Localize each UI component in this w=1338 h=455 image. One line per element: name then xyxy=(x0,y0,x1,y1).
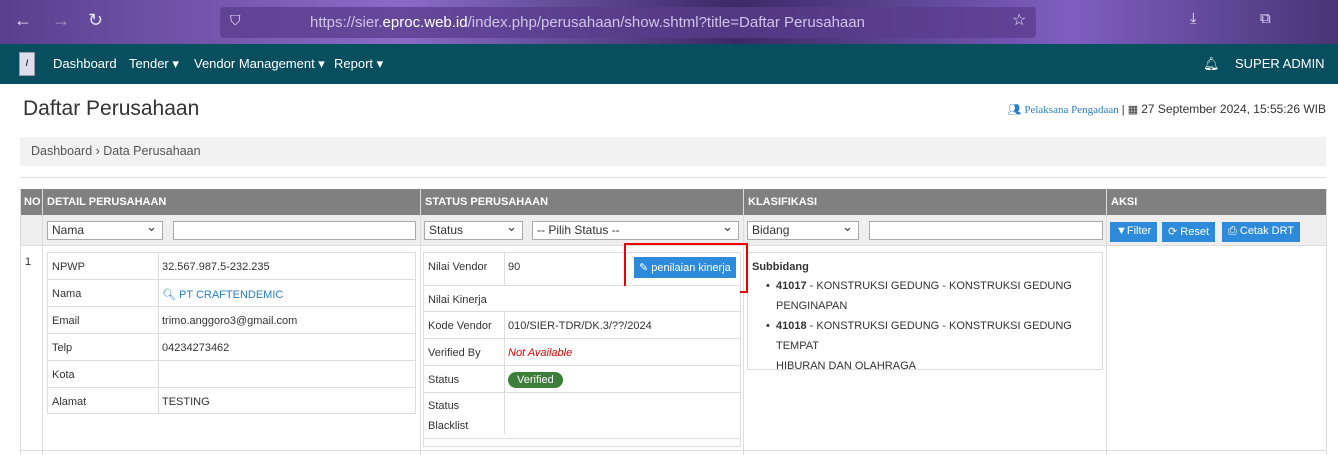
subbidang-text-2: HIBURAN DAN OLAHRAGA xyxy=(776,360,916,372)
col-aksi: AKSI ▼Filter ⟳ Reset ⎙ Cetak DRT xyxy=(1107,189,1327,455)
star-icon[interactable]: ☆ xyxy=(1012,10,1026,30)
value-alamat: TESTING xyxy=(162,396,210,408)
subbidang-text: - KONSTRUKSI GEDUNG - KONSTRUKSI GEDUNG … xyxy=(776,320,1072,352)
nav-dashboard[interactable]: Dashboard xyxy=(53,56,117,71)
print-drt-button[interactable]: ⎙ Cetak DRT xyxy=(1222,222,1301,242)
breadcrumb-dashboard[interactable]: Dashboard xyxy=(31,144,92,158)
label-kota: Kota xyxy=(52,369,75,381)
print-label: Cetak DRT xyxy=(1239,225,1295,237)
url-path: /index.php/perusahaan/show.shtml?title=D… xyxy=(467,14,865,31)
header-detail: DETAIL PERUSAHAAN xyxy=(43,189,420,215)
reset-button[interactable]: ⟳ Reset xyxy=(1162,222,1216,242)
detail-filter-select[interactable]: Nama xyxy=(47,219,163,240)
label-npwp: NPWP xyxy=(52,261,85,273)
back-icon[interactable]: ← xyxy=(14,10,32,31)
extensions-icon[interactable]: ⧉ xyxy=(1260,10,1271,27)
nav-tender[interactable]: Tender ▾ xyxy=(129,56,179,72)
divider xyxy=(20,177,1326,178)
subbidang-item: 41018 - KONSTRUKSI GEDUNG - KONSTRUKSI G… xyxy=(752,316,1098,376)
header-no: NO xyxy=(21,189,42,215)
role-link[interactable]: Pelaksana Pengadaan xyxy=(1024,104,1118,116)
header-status: STATUS PERUSAHAAN xyxy=(421,189,743,215)
forward-icon[interactable]: → xyxy=(52,10,70,31)
page-info: 👥︎ Pelaksana Pengadaan | ▦ 27 September … xyxy=(1007,102,1326,116)
users-icon: 👥︎ xyxy=(1007,104,1022,116)
company-table: NO 1 DETAIL PERUSAHAAN Nama NPWP 32.567.9… xyxy=(20,189,1327,455)
company-name[interactable]: PT CRAFTENDEMIC xyxy=(179,289,283,301)
label-nilai-vendor: Nilai Vendor xyxy=(428,261,488,273)
col-klasifikasi: KLASIFIKASI Bidang Subbidang 41017 - KON… xyxy=(744,189,1107,455)
label-status-blacklist-1: Status xyxy=(428,400,460,412)
status-filter-select[interactable]: Status xyxy=(424,219,523,240)
print-icon: ⎙ xyxy=(1228,225,1237,237)
value-telp: 04234273462 xyxy=(162,342,230,354)
label-status: Status xyxy=(428,374,460,386)
value-email: trimo.anggoro3@gmail.com xyxy=(162,315,298,327)
label-verified-by: Verified By xyxy=(428,347,481,359)
col-no: NO 1 xyxy=(21,189,43,455)
value-kode-vendor: 010/SIER-TDR/DK.3/??/2024 xyxy=(508,320,652,332)
calendar-icon: ▦ xyxy=(1127,104,1139,116)
url-bar[interactable]: https://sier.eproc.web.id/index.php/peru… xyxy=(220,7,1036,38)
label-email: Email xyxy=(52,315,80,327)
value-nilai-vendor: 90 xyxy=(508,261,521,273)
col-status: STATUS PERUSAHAAN Status -- Pilih Status… xyxy=(421,189,744,455)
subbidang-code: 41018 xyxy=(776,320,807,332)
page-title: Daftar Perusahaan xyxy=(23,97,200,120)
company-name-link[interactable]: 🔍︎ PT CRAFTENDEMIC xyxy=(162,288,283,301)
value-npwp: 32.567.987.5-232.235 xyxy=(162,261,270,273)
status-badge: Verified xyxy=(508,372,563,388)
status-value-select[interactable]: -- Pilih Status -- xyxy=(532,219,739,240)
bidang-select[interactable]: Bidang xyxy=(747,219,859,240)
breadcrumb-current: Data Perusahaan xyxy=(103,144,201,158)
row-no: 1 xyxy=(25,256,32,268)
col-detail: DETAIL PERUSAHAAN Nama NPWP 32.567.987.5-… xyxy=(43,189,421,455)
filter-icon: ▼ xyxy=(1116,225,1127,237)
reset-label: Reset xyxy=(1180,226,1210,238)
bell-icon[interactable]: 🔔︎ xyxy=(1203,56,1220,72)
shield-icon[interactable]: ⛉ xyxy=(230,12,241,29)
breadcrumb: Dashboard › Data Perusahaan xyxy=(20,137,1326,166)
subbidang-text-2: PENGINAPAN xyxy=(776,300,848,312)
detail-filter-input[interactable] xyxy=(173,221,416,240)
datetime: 27 September 2024, 15:55:26 WIB xyxy=(1141,102,1326,116)
klasifikasi-filter-input[interactable] xyxy=(869,221,1103,240)
search-icon: 🔍︎ xyxy=(162,289,176,301)
header-aksi: AKSI xyxy=(1107,189,1326,215)
nav-report[interactable]: Report ▾ xyxy=(334,56,383,72)
url-prefix: https://sier. xyxy=(310,14,383,31)
label-nilai-kinerja: Nilai Kinerja xyxy=(428,294,487,306)
label-kode-vendor: Kode Vendor xyxy=(428,320,492,332)
value-verified-by: Not Available xyxy=(508,347,573,359)
url-domain: eproc.web.id xyxy=(382,14,468,31)
detail-box: NPWP 32.567.987.5-232.235 Nama 🔍︎ PT CRAFT… xyxy=(47,252,416,414)
label-nama: Nama xyxy=(52,288,82,300)
filter-button[interactable]: ▼Filter xyxy=(1110,222,1158,242)
subbidang-item: 41017 - KONSTRUKSI GEDUNG - KONSTRUKSI G… xyxy=(752,276,1098,316)
nav-vendor-management[interactable]: Vendor Management ▾ xyxy=(194,56,325,72)
browser-toolbar: ← → ↻ https://sier.eproc.web.id/index.ph… xyxy=(0,0,1338,44)
navbar: / Dashboard Tender ▾ Vendor Management ▾… xyxy=(0,44,1338,84)
filter-label: Filter xyxy=(1126,225,1152,237)
subbidang-code: 41017 xyxy=(776,280,807,292)
label-telp: Telp xyxy=(52,342,73,354)
user-menu[interactable]: SUPER ADMIN xyxy=(1235,56,1325,71)
header-klasifikasi: KLASIFIKASI xyxy=(744,189,1106,215)
label-status-blacklist-2: Blacklist xyxy=(428,420,469,432)
refresh-icon: ⟳ xyxy=(1168,226,1178,238)
subbidang-text: - KONSTRUKSI GEDUNG - KONSTRUKSI GEDUNG xyxy=(806,280,1072,292)
download-icon[interactable]: ⤓ xyxy=(1190,10,1197,27)
logo[interactable]: / xyxy=(19,52,35,76)
subbidang-title: Subbidang xyxy=(752,261,809,273)
label-alamat: Alamat xyxy=(52,396,87,408)
reload-icon[interactable]: ↻ xyxy=(88,10,103,31)
klasifikasi-box: Subbidang 41017 - KONSTRUKSI GEDUNG - KO… xyxy=(747,252,1103,372)
